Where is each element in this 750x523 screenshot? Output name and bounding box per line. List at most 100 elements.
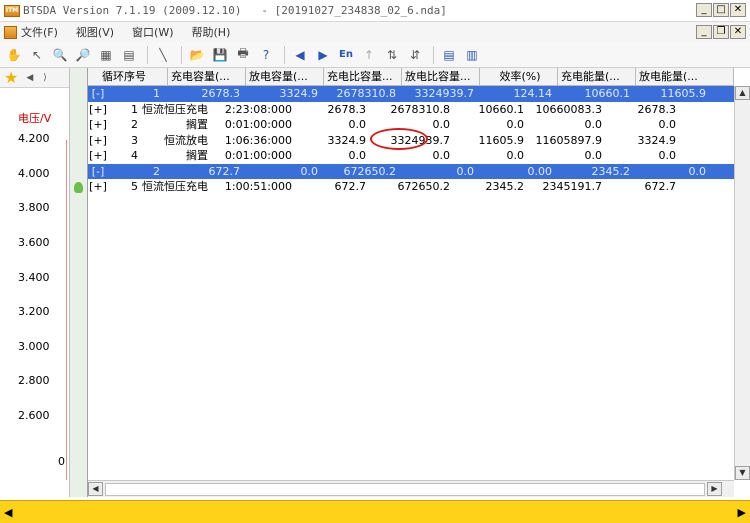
scroll-left-icon[interactable]: ◀ [88,482,103,496]
forward-icon[interactable]: ▶ [313,45,333,65]
expand-icon[interactable]: [+] [88,148,108,164]
cell-value: 672.7 [644,180,677,193]
cell-value: 0.0 [506,118,525,131]
cell-value: 2678310.8 [390,102,451,116]
col-discharge-specific-capacity[interactable]: 放电比容量... [402,68,480,85]
scale-icon[interactable]: ▦ [96,45,116,65]
doc-close-button[interactable]: ✕ [730,25,746,39]
table-row[interactable]: [+] 1 恒流恒压充电 2:23:08:000 2678.3 2678310.… [88,102,734,118]
expand-icon[interactable]: [+] [88,117,108,133]
sort-asc-icon[interactable]: ⇅ [382,45,402,65]
expand-icon[interactable]: [+] [88,133,108,149]
group-value: 0.00 [527,164,553,178]
help-icon[interactable]: ? [256,45,276,65]
en-icon[interactable]: En [336,45,356,65]
group-value: 0.0 [456,164,475,178]
cell-value: 11605.9 [478,133,525,147]
grid-icon[interactable]: ▤ [439,45,459,65]
cell-value: 0.0 [348,118,367,131]
cell-value: 672650.2 [397,180,451,193]
step-time: 0:01:00:000 [224,118,292,131]
col-discharge-energy[interactable]: 放电能量(... [636,68,734,85]
cell-value: 0.0 [506,149,525,162]
minimize-button[interactable]: _ [696,3,712,17]
status-left-arrow-icon[interactable]: ◀ [4,506,12,519]
menu-file[interactable]: 文件(F) [21,24,58,40]
table-header: 循环序号 充电容量(... 放电容量(... 充电比容量... 放电比容量...… [88,68,734,86]
scroll-down-icon[interactable]: ▼ [735,466,750,480]
menu-window[interactable]: 窗口(W) [132,24,173,40]
hand-icon[interactable]: ✋ [4,45,24,65]
group-value: 672650.2 [343,164,397,178]
scroll-right-icon[interactable]: ▶ [707,482,722,496]
step-type: 恒流放电 [164,133,208,147]
collapse-icon[interactable]: [-] [88,86,108,102]
voltage-curve [66,140,67,480]
up-arrow-icon[interactable]: ↑ [359,45,379,65]
window-controls: _ □ ✕ [696,3,746,17]
y-tick: 3.600 [18,236,50,249]
menu-view[interactable]: 视图(V) [76,24,114,40]
group-value: 0.0 [300,164,319,178]
group-value: 0.0 [688,164,707,178]
sort-desc-icon[interactable]: ⇵ [405,45,425,65]
group-value: 2678.3 [201,87,241,100]
status-bar: ◀ ▶ [0,500,750,523]
horizontal-scroll-thumb[interactable] [105,482,705,496]
back-icon[interactable]: ◀ [290,45,310,65]
table-row[interactable]: [+] 5 恒流恒压充电 1:00:51:000 672.7 672650.2 … [88,179,734,195]
toolbar: ✋ ↖ 🔍 🔎 ▦ ▤ ╲ 📂 💾 🖶 ? ◀ ▶ En ↑ ⇅ ⇵ ▤ ▥ [0,42,750,68]
table-row[interactable]: [+] 4 搁置 0:01:00:000 0.0 0.0 0.0 0.0 0.0 [88,148,734,164]
y-tick: 4.200 [18,132,50,145]
horizontal-scrollbar[interactable]: ◀ ▶ [88,480,734,497]
scale-alt-icon[interactable]: ▤ [119,45,139,65]
cycle-number: 2 [153,164,160,178]
step-index: 3 [131,133,138,147]
menu-help[interactable]: 帮助(H) [192,24,231,40]
y-tick: 2.600 [18,409,50,422]
document-icon[interactable] [4,25,17,39]
y-tick: 4.000 [18,167,50,180]
collapse-icon[interactable]: [-] [88,164,108,180]
expand-icon[interactable]: [+] [88,179,108,195]
col-cycle[interactable]: 循环序号 [88,68,168,85]
zoom-out-icon[interactable]: 🔎 [73,45,93,65]
row-indicator-strip [70,68,88,497]
col-charge-energy[interactable]: 充电能量(... [558,68,636,85]
step-index: 1 [131,102,138,116]
doc-restore-button[interactable]: ❐ [713,25,729,39]
left-arrow-icon[interactable]: ◀ [26,73,33,83]
cycle-group-row[interactable]: [-] 1 2678.3 3324.9 2678310.8 3324939.7 … [88,86,734,102]
cell-value: 11605897.9 [535,133,602,147]
print-icon[interactable]: 🖶 [233,45,253,65]
zoom-in-icon[interactable]: 🔍 [50,45,70,65]
maximize-button[interactable]: □ [713,3,729,17]
save-icon[interactable]: 💾 [210,45,230,65]
panel-tab-icon[interactable]: ⟩ [43,73,47,83]
status-right-arrow-icon[interactable]: ▶ [738,506,746,519]
cell-value: 0.0 [658,149,677,162]
step-time: 2:23:08:000 [224,102,292,116]
close-button[interactable]: ✕ [730,3,746,17]
cell-value: 2678.3 [637,102,677,116]
grid-alt-icon[interactable]: ▥ [462,45,482,65]
col-charge-specific-capacity[interactable]: 充电比容量... [324,68,402,85]
cell-value: 3324.9 [637,133,677,147]
line-icon[interactable]: ╲ [153,45,173,65]
col-charge-capacity[interactable]: 充电容量(... [168,68,246,85]
highlighted-cell-value: 3324.9 [327,133,367,147]
vertical-scrollbar[interactable]: ▲ ▼ [734,86,750,480]
cycle-group-row[interactable]: [-] 2 672.7 0.0 672650.2 0.0 0.00 2345.2… [88,163,734,180]
bulb-icon [74,182,83,193]
scroll-up-icon[interactable]: ▲ [735,86,750,100]
open-folder-icon[interactable]: 📂 [187,45,207,65]
star-icon[interactable]: ★ [4,68,18,87]
expand-icon[interactable]: [+] [88,102,108,118]
y-tick: 3.000 [18,340,50,353]
doc-minimize-button[interactable]: _ [696,25,712,39]
step-index: 5 [131,180,138,193]
col-efficiency[interactable]: 效率(%) [480,68,558,85]
col-discharge-capacity[interactable]: 放电容量(... [246,68,324,85]
pointer-icon[interactable]: ↖ [27,45,47,65]
cell-value: 2345191.7 [542,180,603,193]
